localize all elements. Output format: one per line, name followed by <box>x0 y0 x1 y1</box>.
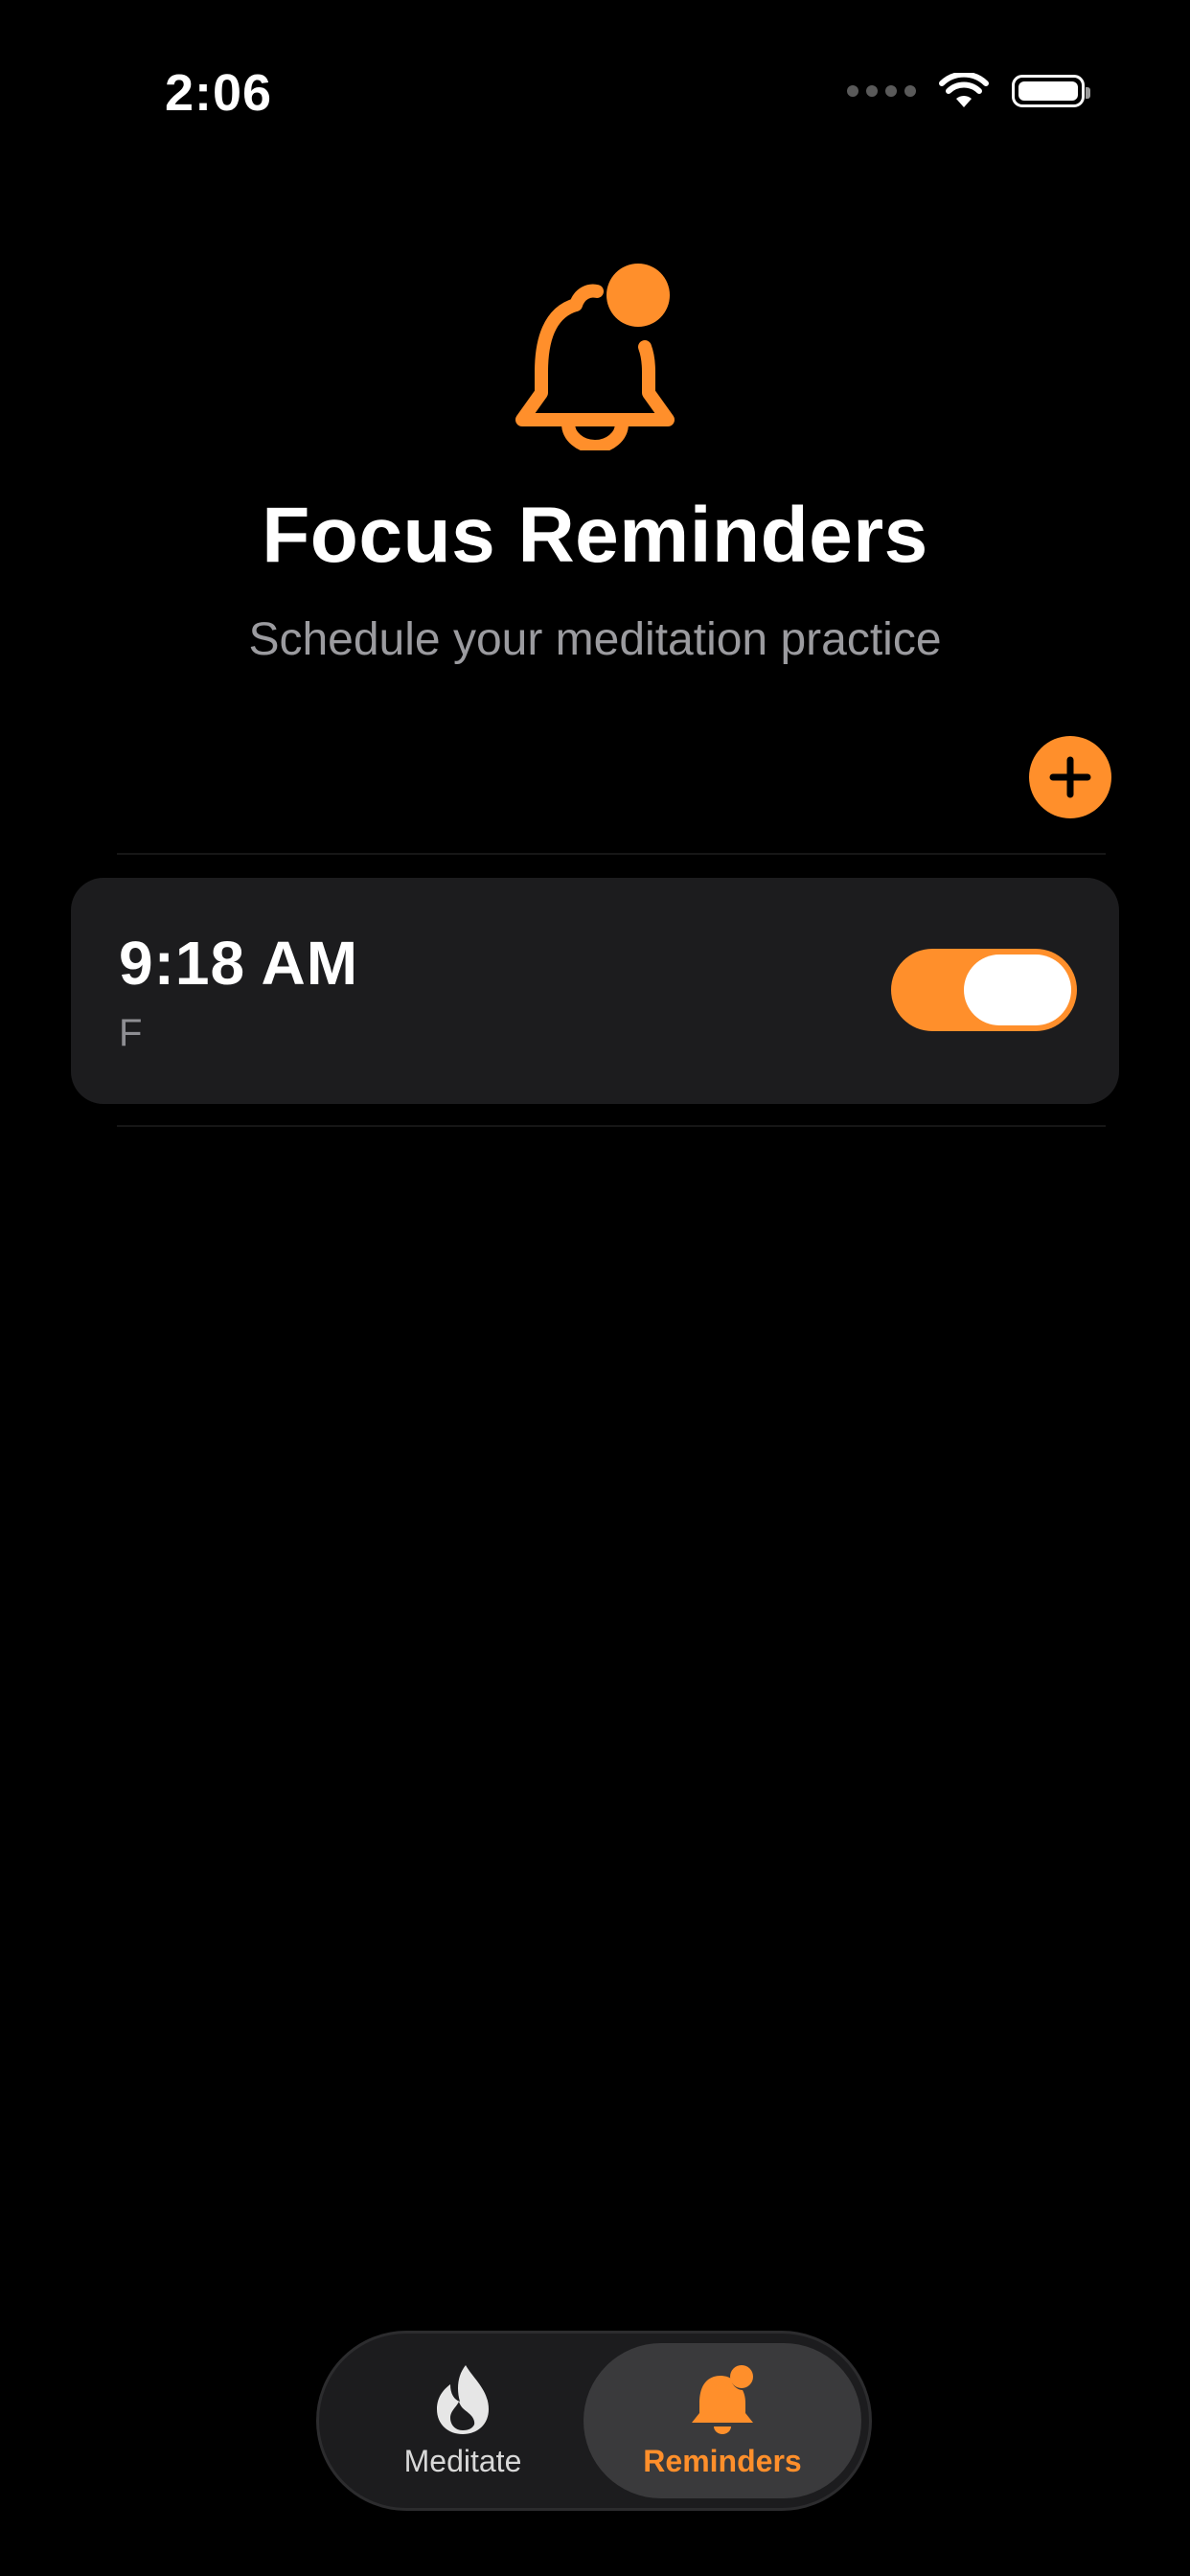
status-bar: 2:06 <box>0 0 1190 192</box>
reminder-row[interactable]: 9:18 AM F <box>71 878 1119 1104</box>
reminder-days: F <box>119 1012 143 1054</box>
flame-icon <box>437 2364 489 2434</box>
page-subtitle: Schedule your meditation practice <box>248 614 942 665</box>
wifi-icon <box>939 73 989 107</box>
toggle-knob <box>964 954 1071 1025</box>
cellular-signal-icon <box>847 85 916 97</box>
tab-reminders-label: Reminders <box>643 2443 802 2478</box>
list-divider-bottom <box>117 1125 1106 1127</box>
status-indicators <box>847 73 1090 109</box>
bell-badge-icon <box>515 264 675 450</box>
page-title: Focus Reminders <box>262 492 928 579</box>
tab-reminders[interactable]: Reminders <box>584 2343 861 2498</box>
tab-meditate[interactable]: Meditate <box>329 2343 597 2498</box>
list-divider-top <box>117 853 1106 855</box>
bell-badge-icon <box>692 2364 753 2434</box>
add-reminder-button[interactable] <box>1029 736 1111 818</box>
battery-icon <box>1012 75 1090 107</box>
tab-bar: Meditate Reminders <box>316 2331 872 2511</box>
plus-icon <box>1049 756 1091 798</box>
tab-meditate-label: Meditate <box>403 2443 522 2478</box>
reminder-time: 9:18 AM <box>119 929 359 998</box>
reminder-enabled-toggle[interactable] <box>891 949 1077 1031</box>
status-time: 2:06 <box>165 64 273 122</box>
